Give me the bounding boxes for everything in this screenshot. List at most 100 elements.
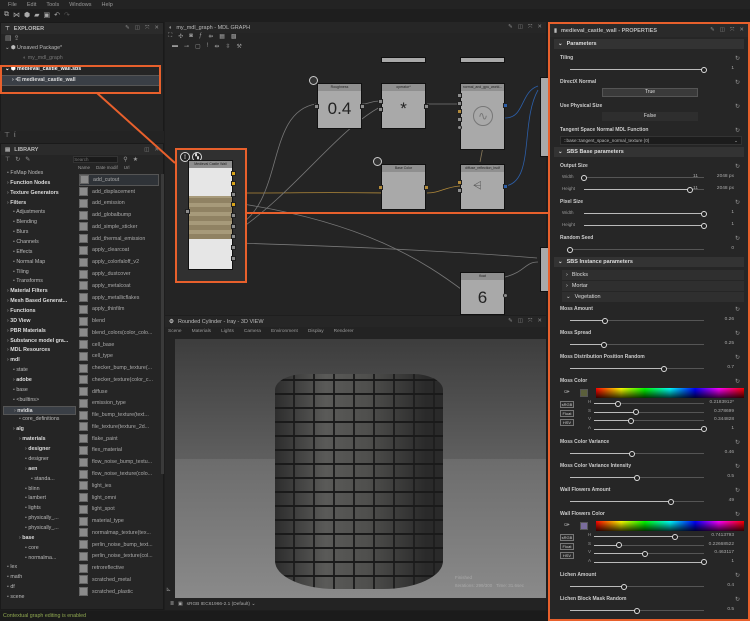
slider-handle[interactable] <box>667 498 674 505</box>
toggle-button[interactable]: True <box>602 88 698 97</box>
color-swatch[interactable] <box>580 522 588 530</box>
slider-handle[interactable] <box>701 222 707 229</box>
library-list-item[interactable]: perlin_noise_bump_text... <box>79 539 159 551</box>
favorite-icon[interactable]: ★ <box>133 156 138 163</box>
library-tree-item[interactable]: ▪ FxMap Nodes <box>3 169 76 179</box>
library-tree-item[interactable]: ▪ Blending <box>3 218 76 228</box>
reset-icon[interactable]: ↻ <box>735 439 740 446</box>
eyedropper-icon[interactable]: ✑ <box>564 521 570 529</box>
slider-track[interactable] <box>584 210 707 217</box>
maximize-icon[interactable]: ⤧ <box>730 27 734 34</box>
slider-handle[interactable] <box>660 365 667 372</box>
reset-icon[interactable]: ↻ <box>735 163 740 170</box>
graph-node-medieval-castle-wall[interactable]: Medieval Castle Wall <box>185 160 236 270</box>
slider-handle[interactable] <box>701 559 707 565</box>
info-icon[interactable]: ί <box>14 132 16 139</box>
library-tree-item[interactable]: › MDL Resources <box>3 346 76 356</box>
library-list-item[interactable]: checker_bump_texture(... <box>79 362 159 374</box>
library-tree-item[interactable]: › Functions <box>3 307 76 317</box>
maximize-icon[interactable]: ⤧ <box>145 25 149 32</box>
library-list-item[interactable]: cell_type <box>79 350 159 362</box>
library-tree-icon[interactable]: ⊤ <box>5 156 10 163</box>
library-tree-item[interactable]: ▪ core <box>3 544 76 554</box>
graph-node-roughness[interactable]: Roughness 0.4 <box>314 83 365 129</box>
display-icon[interactable]: ▣ <box>178 602 183 607</box>
slider-track[interactable] <box>581 174 704 181</box>
float-icon[interactable]: ◫ <box>518 318 523 325</box>
library-list-item[interactable]: add_emission <box>79 198 159 210</box>
3d-viewport[interactable]: Finished Iterations: 299/300 Time: 31.6s… <box>175 339 546 598</box>
input-port[interactable] <box>378 99 383 104</box>
refresh-icon[interactable]: ↻ <box>15 156 20 163</box>
reset-icon[interactable]: ↻ <box>735 55 740 62</box>
library-list-item[interactable]: add_thermal_emission <box>79 233 159 245</box>
save-icon[interactable]: ▣ <box>44 11 51 19</box>
slider-track[interactable] <box>584 186 704 193</box>
slider[interactable]: Width 1 <box>550 208 748 219</box>
library-list-item[interactable]: scratched_metal <box>79 574 159 586</box>
slider-track[interactable] <box>594 542 704 548</box>
library-list-item[interactable]: apply_metalcoat <box>79 280 159 292</box>
input-port[interactable] <box>185 209 190 214</box>
slider-handle[interactable] <box>701 66 707 73</box>
library-list-item[interactable]: apply_metallicflakes <box>79 292 159 304</box>
input-port[interactable] <box>457 188 462 193</box>
output-port[interactable] <box>231 256 236 261</box>
menu-edit[interactable]: Edit <box>27 2 36 8</box>
slider[interactable]: 0.46 <box>550 448 748 459</box>
reset-icon[interactable]: ↻ <box>735 127 740 134</box>
colorspace-dropdown[interactable]: sRGB IEC61966-2.1 (Default) ⌄ <box>187 602 256 607</box>
library-list-item[interactable]: emission_type <box>79 398 159 410</box>
slider-track[interactable] <box>594 550 704 557</box>
library-list-item[interactable]: retroreflective <box>79 562 159 574</box>
filter-icon[interactable]: ⚲ <box>123 156 127 163</box>
library-tree-item[interactable]: ▪ df <box>3 583 76 593</box>
library-scrollbar[interactable] <box>161 174 164 474</box>
library-tree-item[interactable]: ▪ <builtins> <box>3 396 76 406</box>
library-list-item[interactable]: flow_noise_bump_textu... <box>79 456 159 468</box>
library-list-item[interactable]: flake_paint <box>79 433 159 445</box>
graph-node-base-color[interactable]: Base Color <box>378 164 429 210</box>
library-tree-item[interactable]: ▪ Adjustments <box>3 208 76 218</box>
library-tree-item[interactable]: ▪ lights <box>3 504 76 514</box>
graph-node-diffuse[interactable]: diffuse_reflection_bsdf ⩤ <box>457 164 508 210</box>
slider-track[interactable] <box>584 222 707 229</box>
slider[interactable]: 1 <box>550 64 748 75</box>
package-unsaved[interactable]: ⌄ ⬢ Unsaved Package* <box>1 44 163 54</box>
library-list-item[interactable]: blend <box>79 315 159 327</box>
maximize-icon[interactable]: ⤧ <box>528 318 532 325</box>
slider-track[interactable] <box>570 607 704 614</box>
library-tree-item[interactable]: ▪ Tiling <box>3 268 76 278</box>
slider-handle[interactable] <box>601 317 608 324</box>
edit-icon[interactable]: ✎ <box>25 156 30 163</box>
column-name[interactable]: Name <box>78 165 90 173</box>
property-group[interactable]: ⌄ SBS Base parameters <box>554 147 744 157</box>
graph-medieval-castle-wall[interactable]: › ⋲ medieval_castle_wall <box>1 74 160 86</box>
slider-track[interactable] <box>594 559 707 565</box>
eyedropper-icon[interactable]: ✑ <box>564 388 570 396</box>
library-list-item[interactable]: material_type <box>79 515 159 527</box>
library-tree-item[interactable]: ▪ base <box>3 386 76 396</box>
output-port[interactable] <box>424 104 429 109</box>
slider[interactable]: 0.7 <box>550 363 748 374</box>
library-list-item[interactable]: apply_clearcoat <box>79 245 159 257</box>
slider-handle[interactable] <box>686 186 693 193</box>
toggle-button[interactable]: False <box>602 112 698 121</box>
output-port[interactable] <box>503 184 508 189</box>
slider-track[interactable] <box>594 400 704 407</box>
color-channel-slider[interactable]: H 0.2183912* <box>550 399 748 408</box>
menu-file[interactable]: File <box>8 2 17 8</box>
color-channel-slider[interactable]: H 0.7413793 <box>550 532 748 541</box>
library-list-item[interactable]: flow_noise_texture(colo... <box>79 468 159 480</box>
graph-node-partial[interactable] <box>460 57 505 63</box>
export-icon[interactable]: ⇪ <box>14 35 20 42</box>
color-swatch[interactable] <box>580 389 588 397</box>
library-tree-item[interactable]: › Mesh Based Generat... <box>3 297 76 307</box>
color-picker[interactable]: ✑ <box>550 387 748 399</box>
library-tree-item[interactable]: ▪ Transforms <box>3 277 76 287</box>
color-channel-slider[interactable]: S 0.22668522 <box>550 541 748 550</box>
slider-handle[interactable] <box>567 246 573 253</box>
color-channel-slider[interactable]: A1 <box>550 558 748 567</box>
output-port[interactable] <box>424 185 429 190</box>
library-list-item[interactable]: flex_material <box>79 445 159 457</box>
